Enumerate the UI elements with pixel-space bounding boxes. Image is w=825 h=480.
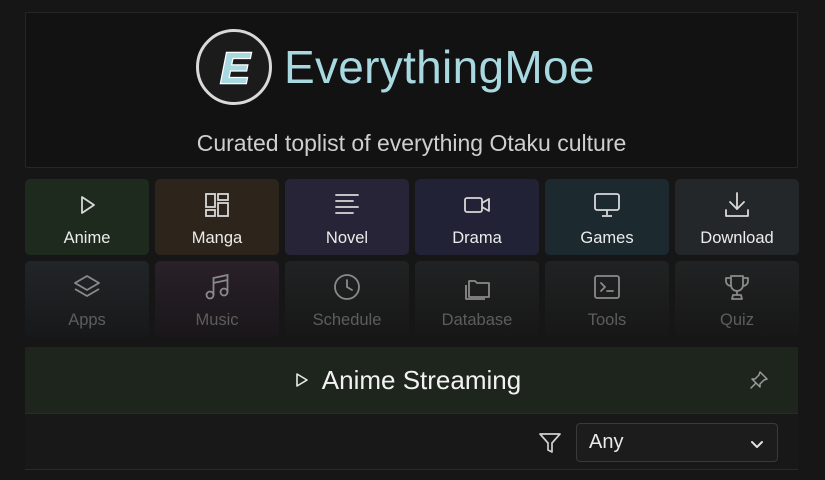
- category-label: Music: [195, 311, 239, 329]
- category-label: Schedule: [312, 311, 382, 329]
- video-camera-icon: [463, 191, 491, 219]
- logo-icon: E: [196, 29, 272, 105]
- monitor-icon: [593, 191, 621, 219]
- section-title: Anime Streaming: [321, 364, 522, 395]
- text-lines-icon: [333, 191, 361, 219]
- pin-icon[interactable]: [748, 369, 770, 391]
- svg-text:E: E: [220, 44, 251, 93]
- filter-bar: Any: [25, 413, 798, 470]
- category-label: Download: [700, 229, 774, 247]
- category-quiz[interactable]: Quiz: [675, 261, 799, 337]
- filter-select[interactable]: Any: [576, 423, 778, 462]
- category-manga[interactable]: Manga: [155, 179, 279, 255]
- clock-icon: [333, 273, 361, 301]
- layout-icon: [203, 191, 231, 219]
- folders-icon: [463, 273, 491, 301]
- category-music[interactable]: Music: [155, 261, 279, 337]
- category-games[interactable]: Games: [545, 179, 669, 255]
- category-drama[interactable]: Drama: [415, 179, 539, 255]
- filter-icon[interactable]: [537, 430, 563, 456]
- category-label: Tools: [587, 311, 627, 329]
- category-schedule[interactable]: Schedule: [285, 261, 409, 337]
- category-label: Games: [580, 229, 634, 247]
- chevron-down-icon: [749, 436, 765, 452]
- category-tools[interactable]: Tools: [545, 261, 669, 337]
- category-anime[interactable]: Anime: [25, 179, 149, 255]
- terminal-icon: [593, 273, 621, 301]
- trophy-icon: [723, 273, 751, 301]
- play-icon: [73, 191, 101, 219]
- section-header: Anime Streaming: [25, 347, 798, 413]
- category-novel[interactable]: Novel: [285, 179, 409, 255]
- filter-selected-value: Any: [589, 431, 624, 453]
- tagline: Curated toplist of everything Otaku cult…: [196, 130, 627, 156]
- category-apps[interactable]: Apps: [25, 261, 149, 337]
- category-label: Drama: [452, 229, 502, 247]
- layers-icon: [73, 273, 101, 301]
- brand[interactable]: E EverythingMoe: [196, 29, 595, 105]
- download-icon: [723, 191, 751, 219]
- category-label: Manga: [191, 229, 243, 247]
- category-grid: Anime Manga Novel Drama Games Download A…: [25, 179, 799, 337]
- page: E EverythingMoe Curated toplist of every…: [0, 0, 825, 480]
- category-label: Novel: [325, 229, 369, 247]
- category-download[interactable]: Download: [675, 179, 799, 255]
- category-label: Apps: [68, 311, 106, 329]
- category-label: Anime: [63, 229, 111, 247]
- play-icon: [294, 372, 310, 388]
- category-database[interactable]: Database: [415, 261, 539, 337]
- category-label: Database: [441, 311, 513, 329]
- site-header: E EverythingMoe Curated toplist of every…: [25, 12, 798, 168]
- category-label: Quiz: [720, 311, 754, 329]
- site-title: EverythingMoe: [284, 41, 595, 93]
- music-note-icon: [203, 273, 231, 301]
